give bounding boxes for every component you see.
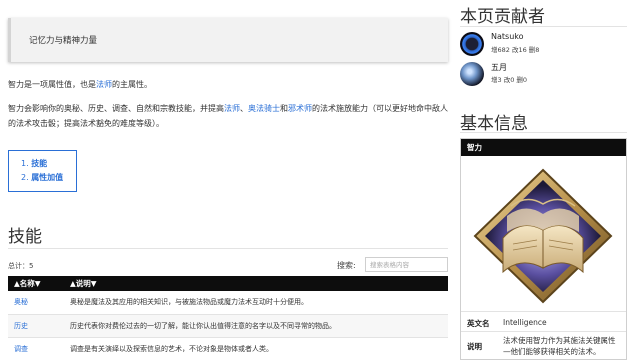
table-search-input[interactable] <box>365 257 448 272</box>
table-row: 调查 调查是有关演绎以及探索信息的艺术，不论对象是物体或者人类。 <box>8 337 448 360</box>
table-row: 奥秘 奥秘是魔法及其应用的相关知识，与被施法物品或魔力法术互动时十分便用。 <box>8 291 448 315</box>
basic-info-heading: 基本信息 <box>460 114 528 134</box>
skill-description: 奥秘是魔法及其应用的相关知识，与被施法物品或魔力法术互动时十分便用。 <box>64 291 448 315</box>
toc-label[interactable]: 技能 <box>31 159 47 168</box>
avatar[interactable] <box>460 32 484 56</box>
infobox-value: 法术使用智力作为其施法关键属性—他们能够获得相关的法术。 <box>503 336 616 356</box>
table-header-row: ▲名称▼ ▲说明▼ <box>8 276 448 291</box>
contributor-name[interactable]: 五月 <box>491 62 507 73</box>
skill-description: 调查是有关演绎以及探索信息的艺术，不论对象是物体或者人类。 <box>64 337 448 360</box>
link-eldritch-knight[interactable]: 奥法骑士 <box>248 104 280 113</box>
link-warlock[interactable]: 邪术师 <box>288 104 312 113</box>
contributor-stats: 增3 改0 删0 <box>491 76 528 84</box>
section-heading-skills: 技能 <box>8 222 448 249</box>
skill-name-link[interactable]: 历史 <box>8 314 64 338</box>
intelligence-book-icon <box>461 156 626 312</box>
search-label: 搜索: <box>337 261 356 270</box>
infobox-key: 英文名 <box>467 319 490 328</box>
skill-description: 历史代表你对费伦过去的一切了解，能让你认出值得注意的名字以及不同寻常的物品。 <box>64 314 448 338</box>
contributor-item[interactable]: Natsuko 增682 改16 删8 <box>460 32 630 58</box>
toc-label[interactable]: 属性加值 <box>31 173 63 182</box>
table-row: 历史 历史代表你对费伦过去的一切了解，能让你认出值得注意的名字以及不同寻常的物品… <box>8 314 448 338</box>
table-total-count: 总计：5 <box>8 262 34 270</box>
column-header-name[interactable]: ▲名称▼ <box>8 276 64 291</box>
divider <box>460 132 627 133</box>
separator: 、 <box>240 104 248 113</box>
intro-paragraph-1: 智力是一项属性值，也是法师的主属性。 <box>8 77 453 92</box>
conjunction: 和 <box>280 104 288 113</box>
contributor-name[interactable]: Natsuko <box>491 32 524 41</box>
column-header-description[interactable]: ▲说明▼ <box>64 276 448 291</box>
infobox-title: 智力 <box>461 139 626 156</box>
link-wizard[interactable]: 法师 <box>96 80 112 89</box>
toc-number: 2. <box>21 173 29 182</box>
intro-text: 智力是一项属性值，也是 <box>8 80 96 89</box>
toc-item-skills[interactable]: 1. 技能 <box>21 157 76 171</box>
divider <box>460 26 627 27</box>
intro-text: 智力会影响你的奥秘、历史、调查、自然和宗教技能，并提高 <box>8 104 224 113</box>
intro-text: 的主属性。 <box>112 80 152 89</box>
skills-table: ▲名称▼ ▲说明▼ 奥秘 奥秘是魔法及其应用的相关知识，与被施法物品或魔力法术互… <box>8 276 448 360</box>
toc-number: 1. <box>21 159 29 168</box>
infobox: 智力 英文名 Intelligence 说明 法术使用智力作为其施法关键属性—他… <box>460 138 627 360</box>
contributors-heading: 本页贡献者 <box>460 7 545 27</box>
quote-text: 记忆力与精神力量 <box>29 36 98 46</box>
infobox-row-description: 说明 法术使用智力作为其施法关键属性—他们能够获得相关的法术。 <box>461 332 626 360</box>
contributor-item[interactable]: 五月 增3 改0 删0 <box>460 62 630 88</box>
skill-name-link[interactable]: 调查 <box>8 337 64 360</box>
table-of-contents: 1. 技能 2. 属性加值 <box>8 150 77 192</box>
link-wizard-2[interactable]: 法师 <box>224 104 240 113</box>
infobox-value: Intelligence <box>503 318 547 327</box>
infobox-key: 说明 <box>467 342 482 351</box>
book-illustration <box>473 168 613 304</box>
infobox-row-english-name: 英文名 Intelligence <box>461 312 626 332</box>
intro-paragraph-2: 智力会影响你的奥秘、历史、调查、自然和宗教技能，并提高法师、奥法骑士和邪术师的法… <box>8 101 453 131</box>
avatar[interactable] <box>460 62 484 86</box>
toc-item-ability-bonus[interactable]: 2. 属性加值 <box>21 171 76 185</box>
skill-name-link[interactable]: 奥秘 <box>8 291 64 315</box>
quote-box: 记忆力与精神力量 <box>8 18 448 62</box>
contributor-stats: 增682 改16 删8 <box>491 46 540 54</box>
